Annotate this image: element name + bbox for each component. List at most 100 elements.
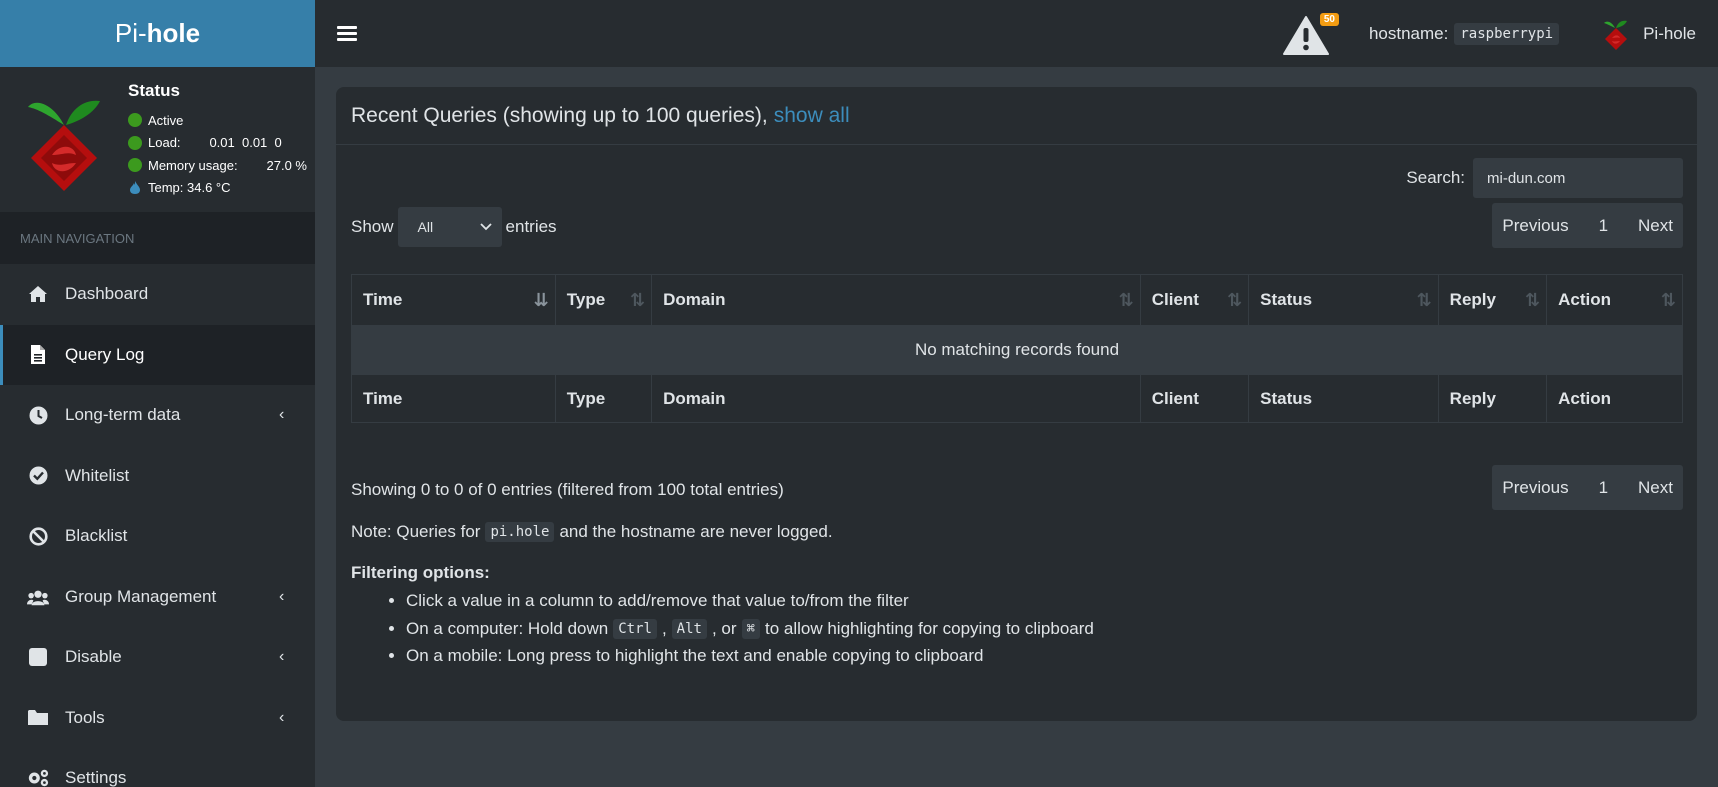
table-row: No matching records found [351,325,1683,375]
filter-option-text: On a mobile: Long press to highlight the… [406,646,984,665]
entries-select[interactable]: All [397,207,502,247]
folder-icon [27,707,49,729]
sidebar-item-blacklist[interactable]: Blacklist [0,506,315,567]
box-title-text: Recent Queries (showing up to 100 querie… [351,103,768,127]
chevron-left-icon: ‹ [279,708,285,726]
chevron-left-icon: ‹ [279,406,285,424]
sort-icon: ⇅ [1118,290,1134,310]
column-header-action[interactable]: Action ⇅ [1546,274,1683,326]
status-title: Status [128,81,180,100]
status-active-label: Active [148,112,184,128]
recent-queries-box: Recent Queries (showing up to 100 querie… [336,87,1697,721]
status-load: Load: 0.01 0.01 0 [128,132,307,155]
user-label: Pi-hole [1643,23,1696,43]
list-item: Click a value in a column to add/remove … [406,591,1094,619]
sidebar-item-label: Query Log [65,344,145,364]
show-label: Show [351,217,394,236]
search-input[interactable] [1473,158,1683,198]
box-body: Search: Show All entries Previous 1 Next… [336,145,1697,720]
column-header-client[interactable]: Client ⇅ [1140,274,1250,326]
memory-dot-icon [128,158,142,173]
show-all-link[interactable]: show all [774,104,850,128]
column-header-type[interactable]: Type ⇅ [555,274,653,326]
pagination-next-button[interactable]: Next [1628,216,1683,236]
sidebar-item-label: Whitelist [65,465,130,485]
pagination-previous-button[interactable]: Previous [1492,478,1578,498]
filtering-options-list: Click a value in a column to add/remove … [386,591,1094,674]
entries-label: entries [505,217,557,236]
sidebar-item-disable[interactable]: Disable ‹ [0,627,315,688]
column-footer-reply: Reply [1438,374,1548,423]
note-code: pi.hole [485,522,555,542]
list-item: On a computer: Hold down Ctrl, Alt, or ⌘… [406,618,1094,647]
sidebar-item-tools[interactable]: Tools ‹ [0,688,315,749]
sidebar-item-label: Tools [65,707,105,727]
sort-icon: ⇅ [1416,290,1432,310]
column-header-reply[interactable]: Reply ⇅ [1438,274,1548,326]
chevron-down-icon [479,223,492,231]
sidebar-item-query-log[interactable]: Query Log [0,324,315,385]
column-header-domain[interactable]: Domain ⇅ [651,274,1141,326]
sidebar-item-group-management[interactable]: Group Management ‹ [0,567,315,628]
gears-icon [27,767,49,787]
brand-hole: hole [146,18,201,48]
show-entries: Show All entries [351,207,557,247]
pagination-bottom: Previous 1 Next [1492,465,1683,510]
filter-sep: , [661,618,667,638]
sidebar-toggle-icon[interactable] [337,23,357,44]
top-navbar: 50 hostname: raspberrypi Pi-hole [315,0,1718,67]
pagination-previous-button[interactable]: Previous [1492,216,1578,236]
filter-or: , or [711,618,737,638]
load-dot-icon [128,135,142,150]
column-footer-status: Status [1248,374,1439,423]
column-footer-time: Time [351,374,556,423]
stop-icon [27,646,49,668]
table-footer-row: Time Type Domain Client Status Reply Act… [351,374,1683,423]
sort-desc-icon: ⇊ [533,290,549,310]
kbd-cmd: ⌘ [741,618,760,639]
status-dot-icon [128,113,142,128]
temp-value: Temp: 34.6 °C [148,180,231,196]
sidebar-item-long-term-data[interactable]: Long-term data ‹ [0,385,315,446]
sidebar-item-whitelist[interactable]: Whitelist [0,446,315,507]
sort-icon: ⇅ [1227,290,1242,310]
sort-icon: ⇅ [1660,290,1676,310]
hostname-value: raspberrypi [1454,22,1560,45]
user-menu[interactable]: Pi-hole [1603,17,1696,51]
chevron-left-icon: ‹ [279,587,285,605]
column-header-time[interactable]: Time ⇊ [351,274,556,326]
warning-menu[interactable]: 50 [1282,11,1339,57]
sidebar-item-label: Disable [65,647,122,667]
table-info: Showing 0 to 0 of 0 entries (filtered fr… [351,480,784,499]
main-navigation: Dashboard Query Log Long-term data ‹ Whi… [0,264,315,787]
pagination-page-button[interactable]: 1 [1579,478,1628,498]
filtering-options-title: Filtering options: [351,563,490,582]
chevron-left-icon: ‹ [279,648,285,666]
pagination-next-button[interactable]: Next [1628,478,1683,498]
file-icon [27,344,49,366]
sidebar-item-dashboard[interactable]: Dashboard [0,264,315,325]
sidebar-item-settings[interactable]: Settings [0,748,315,787]
column-header-status[interactable]: Status ⇅ [1248,274,1439,326]
pagination-page-button[interactable]: 1 [1579,216,1628,236]
sidebar-item-label: Settings [65,768,127,787]
pagination-top: Previous 1 Next [1492,203,1683,248]
brand-pi: Pi- [114,18,147,48]
sidebar-item-label: Long-term data [65,405,181,425]
brand-logo[interactable]: Pi-hole [0,0,315,67]
hostname-label: hostname: [1368,23,1449,43]
pihole-avatar-icon [1604,20,1628,50]
note-prefix: Note: Queries for [351,522,481,541]
check-circle-icon [27,465,49,487]
clock-icon [27,404,49,426]
load-value: 0.01 0.01 0 [209,135,282,151]
sort-icon: ⇅ [1525,290,1540,310]
warning-count-badge: 50 [1319,12,1339,26]
column-footer-client: Client [1140,374,1250,423]
sort-icon: ⇅ [630,290,645,310]
column-footer-type: Type [555,374,653,423]
search-group: Search: [1406,158,1683,198]
box-title: Recent Queries (showing up to 100 querie… [336,87,1697,145]
memory-label: Memory usage: [148,157,238,173]
column-footer-action: Action [1546,374,1683,423]
